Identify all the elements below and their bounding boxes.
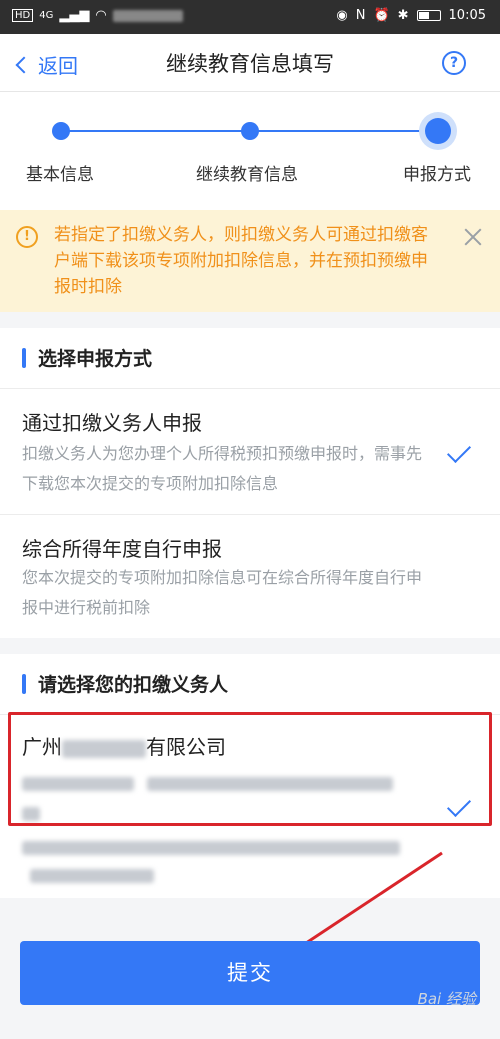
submit-button[interactable]: 提交 [20,941,480,1005]
watermark-logo: Bai 经验 [417,990,476,1008]
annotation-arrow [278,851,443,962]
